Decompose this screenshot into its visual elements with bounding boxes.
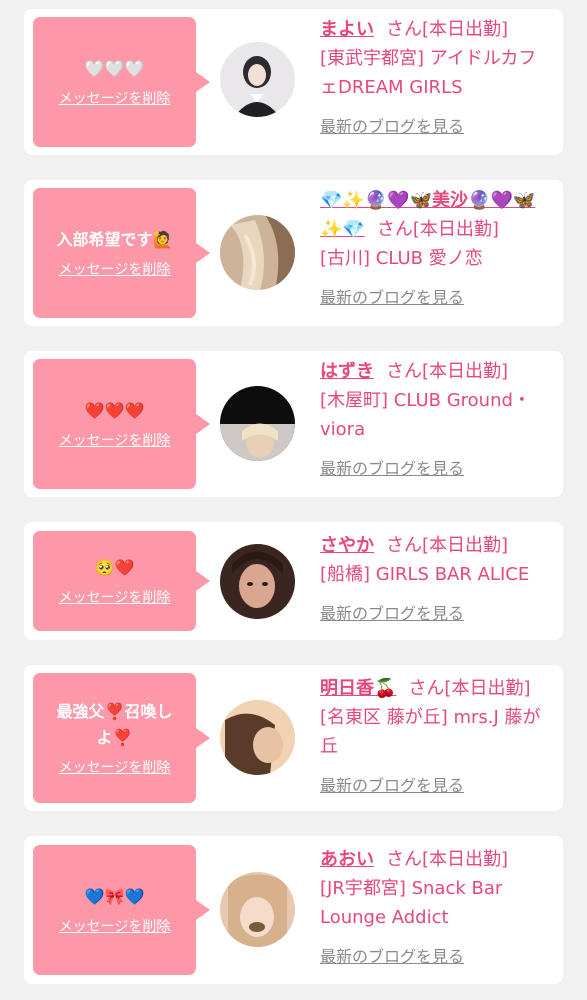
girl-info: さやか さん[本日出勤] [船橋] GIRLS BAR ALICE 最新のブログを… <box>320 531 554 628</box>
message-text: 🤍🤍🤍 <box>84 59 145 78</box>
status-text: さん[本日出勤] <box>386 361 509 382</box>
girl-info: 💎✨🔮💜🦋美沙🔮💜🦋✨💎 さん[本日出勤] [古川] CLUB 愛ノ恋 最新のブロ… <box>320 186 554 312</box>
shop-text: [東武宇都宮] アイドルカフェDREAM GIRLS <box>320 48 537 98</box>
message-text: 最強父❣️召喚しよ❣️ <box>56 702 173 747</box>
latest-blog-link[interactable]: 最新のブログを見る <box>320 942 464 971</box>
avatar[interactable] <box>220 544 295 619</box>
message-card: 💙🎀💙 メッセージを削除 あおい さん[本日出勤] [JR宇都宮] Snack B… <box>24 836 563 984</box>
delete-message-link[interactable]: メッセージを削除 <box>59 88 171 108</box>
message-bubble: 🥺❤️ メッセージを削除 <box>33 531 210 631</box>
shop-text: [古川] CLUB 愛ノ恋 <box>320 248 483 269</box>
girl-name-link[interactable]: さやか <box>320 535 374 556</box>
latest-blog-link[interactable]: 最新のブログを見る <box>320 771 464 800</box>
girl-name-link[interactable]: 明日香🍒 <box>320 678 396 699</box>
message-card: 🤍🤍🤍 メッセージを削除 まよい さん[本日出勤] [東武宇都宮] アイドルカフェ… <box>24 9 563 155</box>
message-bubble: ❤️❤️❤️ メッセージを削除 <box>33 359 210 489</box>
message-card: 入部希望です🙋 メッセージを削除 💎✨🔮💜🦋美沙🔮💜🦋✨💎 さん[本日出勤] [古… <box>24 180 563 326</box>
girl-info: はずき さん[本日出勤] [木屋町] CLUB Ground・viora 最新のブ… <box>320 357 554 483</box>
avatar[interactable] <box>220 386 295 461</box>
avatar[interactable] <box>220 700 295 775</box>
shop-text: [船橋] GIRLS BAR ALICE <box>320 564 530 585</box>
message-bubble: 🤍🤍🤍 メッセージを削除 <box>33 17 210 147</box>
shop-text: [名東区 藤が丘] mrs.J 藤が丘 <box>320 707 541 757</box>
girl-info: あおい さん[本日出勤] [JR宇都宮] Snack Bar Lounge Add… <box>320 845 554 971</box>
message-text: ❤️❤️❤️ <box>84 401 145 420</box>
status-text: さん[本日出勤] <box>376 219 499 240</box>
latest-blog-link[interactable]: 最新のブログを見る <box>320 454 464 483</box>
girl-info: まよい さん[本日出勤] [東武宇都宮] アイドルカフェDREAM GIRLS 最… <box>320 15 554 141</box>
girl-info: 明日香🍒 さん[本日出勤] [名東区 藤が丘] mrs.J 藤が丘 最新のブログを… <box>320 674 554 800</box>
girl-name-link[interactable]: はずき <box>320 361 374 382</box>
latest-blog-link[interactable]: 最新のブログを見る <box>320 599 464 628</box>
latest-blog-link[interactable]: 最新のブログを見る <box>320 112 464 141</box>
girl-name-link[interactable]: まよい <box>320 19 374 40</box>
message-bubble: 💙🎀💙 メッセージを削除 <box>33 845 210 975</box>
avatar[interactable] <box>220 42 295 117</box>
message-bubble: 入部希望です🙋 メッセージを削除 <box>33 188 210 318</box>
message-card: ❤️❤️❤️ メッセージを削除 はずき さん[本日出勤] [木屋町] CLUB G… <box>24 351 563 497</box>
shop-text: [JR宇都宮] Snack Bar Lounge Addict <box>320 878 503 928</box>
latest-blog-link[interactable]: 最新のブログを見る <box>320 283 464 312</box>
status-text: さん[本日出勤] <box>386 535 509 556</box>
delete-message-link[interactable]: メッセージを削除 <box>59 430 171 450</box>
shop-text: [木屋町] CLUB Ground・viora <box>320 390 531 440</box>
delete-message-link[interactable]: メッセージを削除 <box>59 259 171 279</box>
status-text: さん[本日出勤] <box>408 678 531 699</box>
status-text: さん[本日出勤] <box>386 849 509 870</box>
message-card: 最強父❣️召喚しよ❣️ メッセージを削除 明日香🍒 さん[本日出勤] [名東区 藤… <box>24 665 563 811</box>
message-card: 🥺❤️ メッセージを削除 さやか さん[本日出勤] [船橋] GIRLS BAR … <box>24 522 563 640</box>
delete-message-link[interactable]: メッセージを削除 <box>59 587 171 607</box>
message-bubble: 最強父❣️召喚しよ❣️ メッセージを削除 <box>33 673 210 803</box>
message-text: 🥺❤️ <box>94 558 135 577</box>
message-text: 💙🎀💙 <box>84 887 145 906</box>
message-text: 入部希望です🙋 <box>56 230 173 249</box>
delete-message-link[interactable]: メッセージを削除 <box>59 916 171 936</box>
status-text: さん[本日出勤] <box>386 19 509 40</box>
avatar[interactable] <box>220 872 295 947</box>
girl-name-link[interactable]: あおい <box>320 849 374 870</box>
delete-message-link[interactable]: メッセージを削除 <box>59 757 171 777</box>
avatar[interactable] <box>220 215 295 290</box>
